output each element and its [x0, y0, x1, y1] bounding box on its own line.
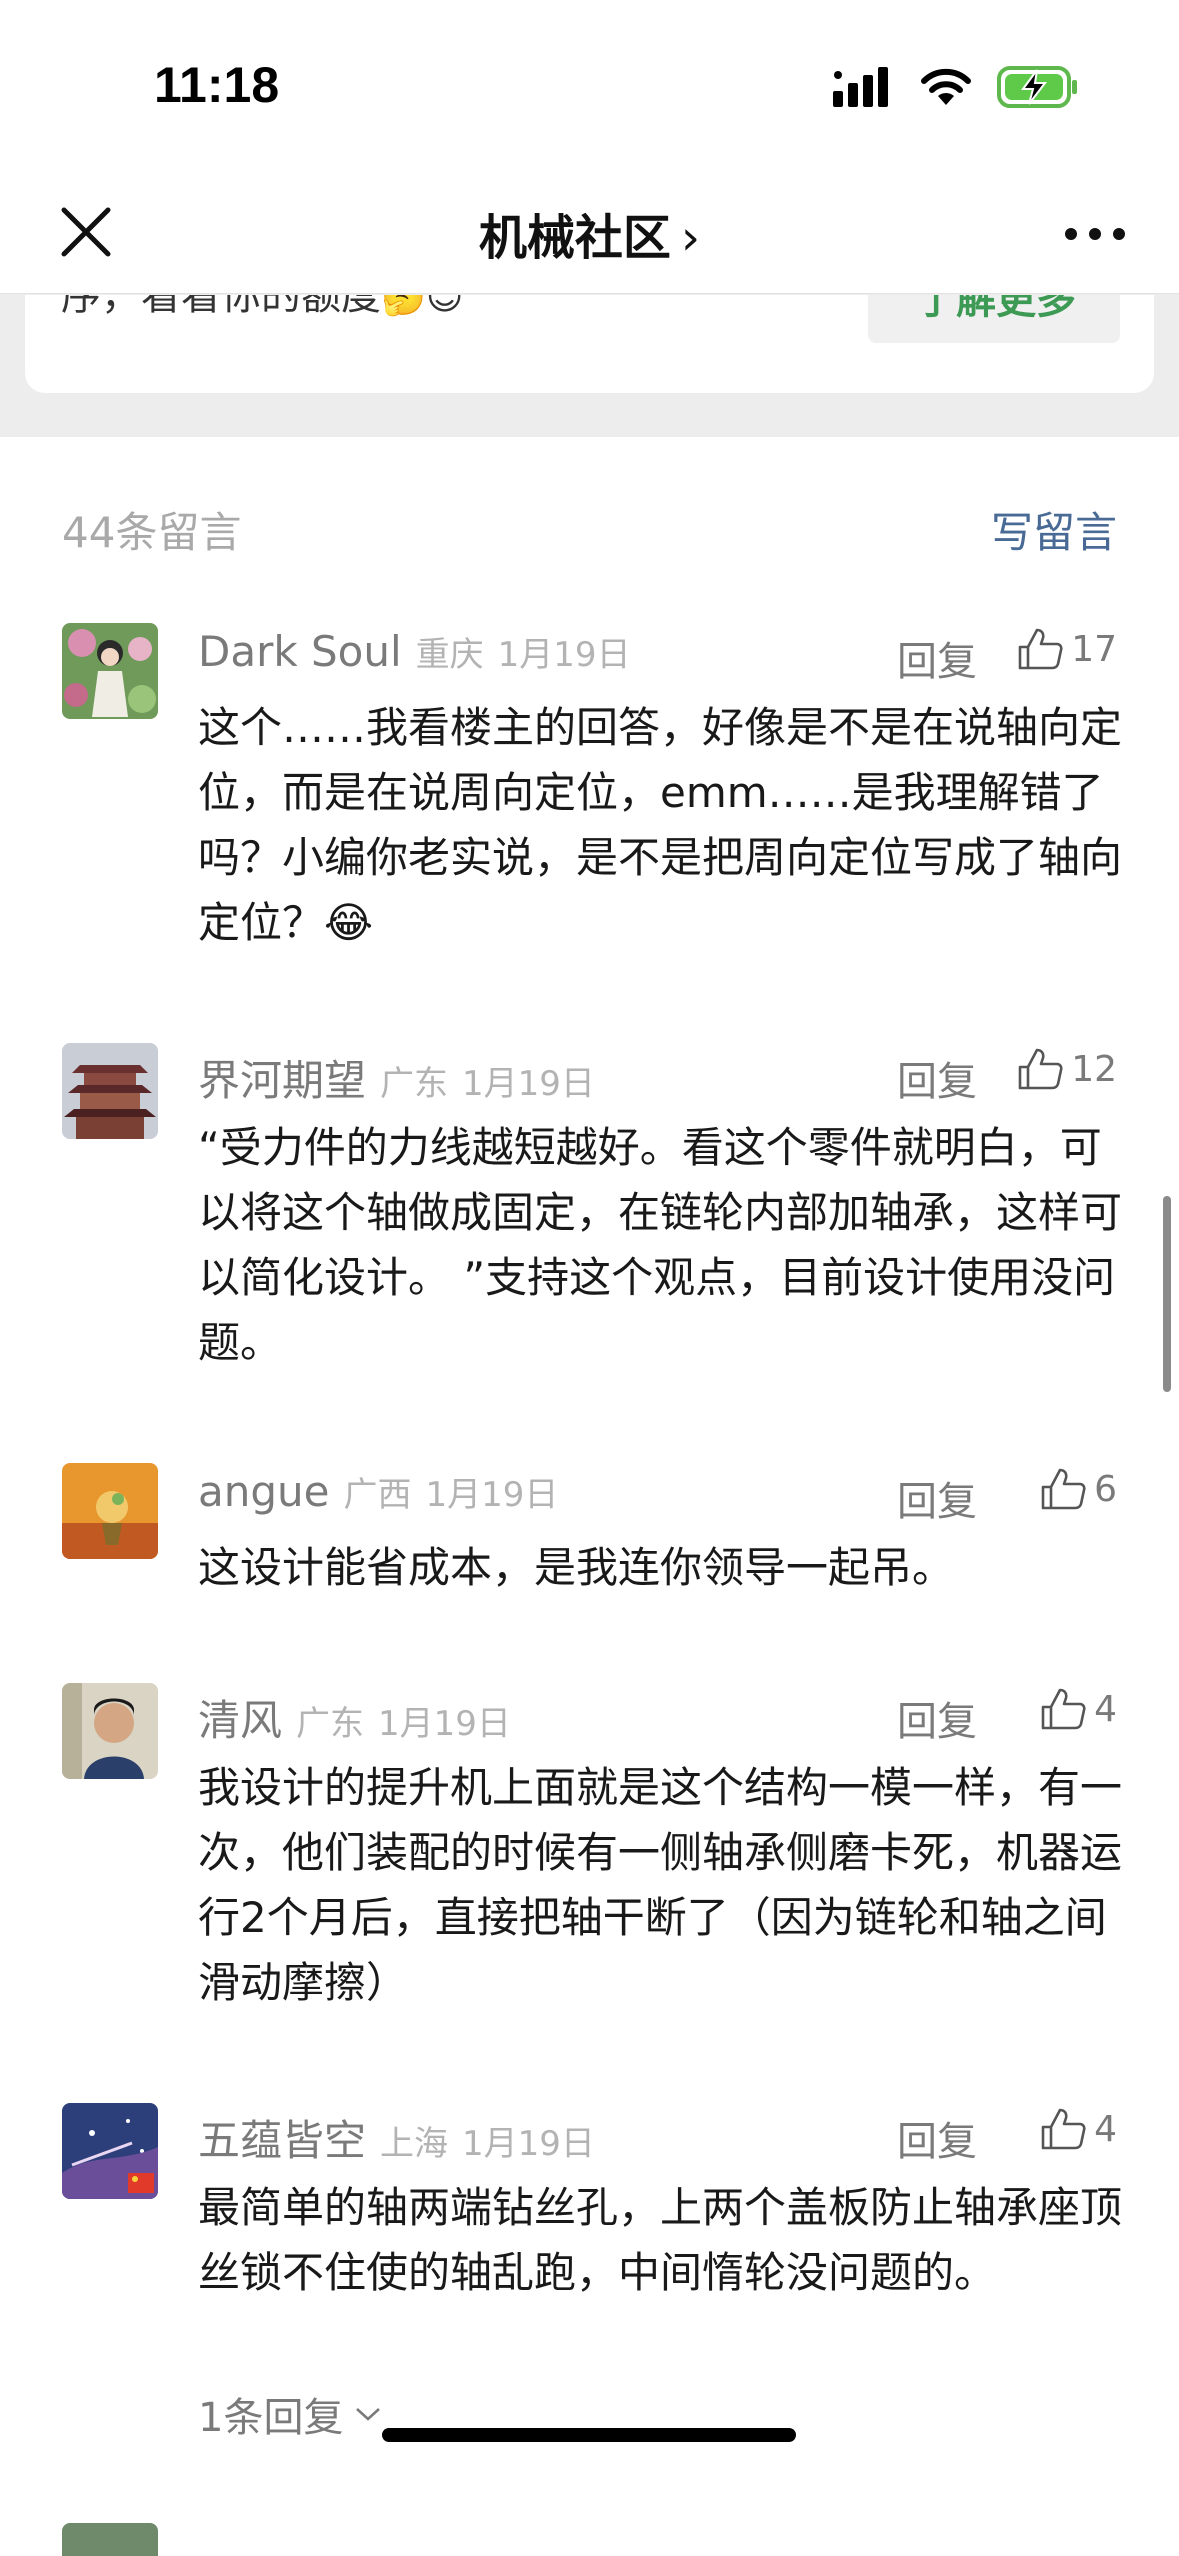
like-count: 12	[1071, 1048, 1117, 1090]
like-button[interactable]: 6	[1040, 1467, 1117, 1511]
scrollbar[interactable]	[1163, 1196, 1171, 1392]
thumbs-up-icon	[1018, 628, 1063, 670]
learn-more-label: 了解更多	[916, 295, 1076, 323]
comment-author[interactable]: angue	[198, 1467, 329, 1516]
like-count: 6	[1094, 1468, 1117, 1510]
page-title-text: 机械社区	[478, 210, 671, 266]
reply-count-label: 1条回复	[198, 2395, 344, 2441]
avatar[interactable]	[62, 2523, 158, 2556]
thumbs-up-icon	[1041, 2108, 1086, 2150]
comment-meta: 五蕴皆空 上海 1月19日 回复 4	[198, 2107, 1117, 2167]
promo-card-text: 序，看看你的额度🤔😊	[61, 295, 463, 321]
comment-date: 1月19日	[425, 1475, 559, 1515]
comment-author[interactable]: 五蕴皆空	[198, 2116, 366, 2165]
status-bar: 11:18	[0, 0, 1179, 176]
battery-charging-icon	[997, 66, 1077, 108]
more-icon[interactable]	[1063, 214, 1127, 254]
comment-meta: 清风 广东 1月19日 回复 4	[198, 1687, 1117, 1747]
comments-header: 44条留言 写留言	[62, 499, 1117, 559]
comment-meta: 界河期望 广东 1月19日 回复 12	[198, 1047, 1117, 1107]
like-button[interactable]: 12	[1017, 1047, 1117, 1091]
comment-text: “受力件的力线越短越好。看这个零件就明白，可以将这个轴做成固定，在链轮内部加轴承…	[198, 1123, 1123, 1367]
comment-text: 这设计能省成本，是我连你领导一起吊。	[198, 1543, 955, 1592]
thumbs-up-icon	[1041, 1688, 1086, 1730]
comment-text: 最简单的轴两端钻丝孔，上两个盖板防止轴承座顶丝锁不住使的轴乱跑，中间惰轮没问题的…	[198, 2183, 1123, 2297]
comment-count: 44条留言	[62, 508, 242, 557]
learn-more-button[interactable]: 了解更多	[868, 295, 1120, 343]
comment-date: 1月19日	[462, 2124, 595, 2164]
avatar[interactable]	[62, 1043, 158, 1139]
comment-region: 广东	[380, 1064, 449, 1104]
reply-button[interactable]: 回复	[897, 629, 977, 687]
comment-author[interactable]: 界河期望	[198, 1056, 366, 1105]
like-button[interactable]: 17	[1017, 627, 1117, 671]
comment-region: 广西	[343, 1475, 412, 1515]
nav-bar: 机械社区 ›	[0, 176, 1179, 294]
wifi-icon	[921, 68, 971, 105]
write-comment-link[interactable]: 写留言	[991, 499, 1117, 560]
avatar[interactable]	[62, 623, 158, 719]
expand-replies-button[interactable]: 1条回复	[198, 2385, 383, 2443]
chevron-down-icon	[356, 2408, 381, 2421]
promo-card-text-body: 序，看看你的额度	[61, 295, 381, 319]
promo-card: 序，看看你的额度🤔😊 了解更多	[25, 295, 1154, 393]
comment-text: 我设计的提升机上面就是这个结构一模一样，有一次，他们装配的时候有一侧轴承侧磨卡死…	[198, 1763, 1123, 2007]
reply-button[interactable]: 回复	[897, 1049, 977, 1107]
like-count: 4	[1094, 1688, 1117, 1730]
like-button[interactable]: 4	[1040, 2107, 1117, 2151]
avatar[interactable]	[62, 2103, 158, 2199]
promo-card-emojis: 🤔😊	[381, 295, 464, 318]
thumbs-up-icon	[1041, 1468, 1086, 1510]
reply-button[interactable]: 回复	[897, 2109, 977, 2167]
comment-author[interactable]: 清风	[198, 1696, 282, 1745]
like-count: 17	[1071, 628, 1117, 670]
home-indicator[interactable]	[382, 2428, 796, 2442]
like-button[interactable]: 4	[1040, 1687, 1117, 1731]
comment-text: 这个……我看楼主的回答，好像是不是在说轴向定位，而是在说周向定位，emm……是我…	[198, 703, 1123, 947]
thumbs-up-icon	[1018, 1048, 1063, 1090]
signal-icon	[833, 67, 888, 107]
reply-button[interactable]: 回复	[897, 1469, 977, 1527]
avatar[interactable]	[62, 1683, 158, 1779]
comment-region: 广东	[296, 1704, 365, 1744]
page-title[interactable]: 机械社区 ›	[0, 198, 1179, 268]
status-icons	[833, 66, 1079, 108]
comment-author[interactable]: Dark Soul	[198, 627, 402, 676]
comment-date: 1月19日	[378, 1704, 511, 1744]
comment-meta: angue 广西 1月19日 回复 6	[198, 1467, 1117, 1527]
comment-region: 重庆	[415, 635, 484, 675]
comments-section: 44条留言 写留言 Dark Soul 重庆 1月19日 回复 17 这个……我…	[0, 437, 1179, 2556]
comment-date: 1月19日	[497, 635, 631, 675]
reply-button[interactable]: 回复	[897, 1689, 977, 1747]
status-time: 11:18	[154, 57, 280, 113]
chevron-right-icon: ›	[680, 210, 701, 266]
like-count: 4	[1094, 2108, 1117, 2150]
article-content[interactable]: 序，看看你的额度🤔😊 了解更多 44条留言 写留言 Dark Soul 重庆 1…	[0, 295, 1179, 2556]
avatar[interactable]	[62, 1463, 158, 1559]
comment-region: 上海	[380, 2124, 449, 2164]
comment-meta: Dark Soul 重庆 1月19日 回复 17	[198, 627, 1117, 687]
comment-date: 1月19日	[462, 1064, 595, 1104]
